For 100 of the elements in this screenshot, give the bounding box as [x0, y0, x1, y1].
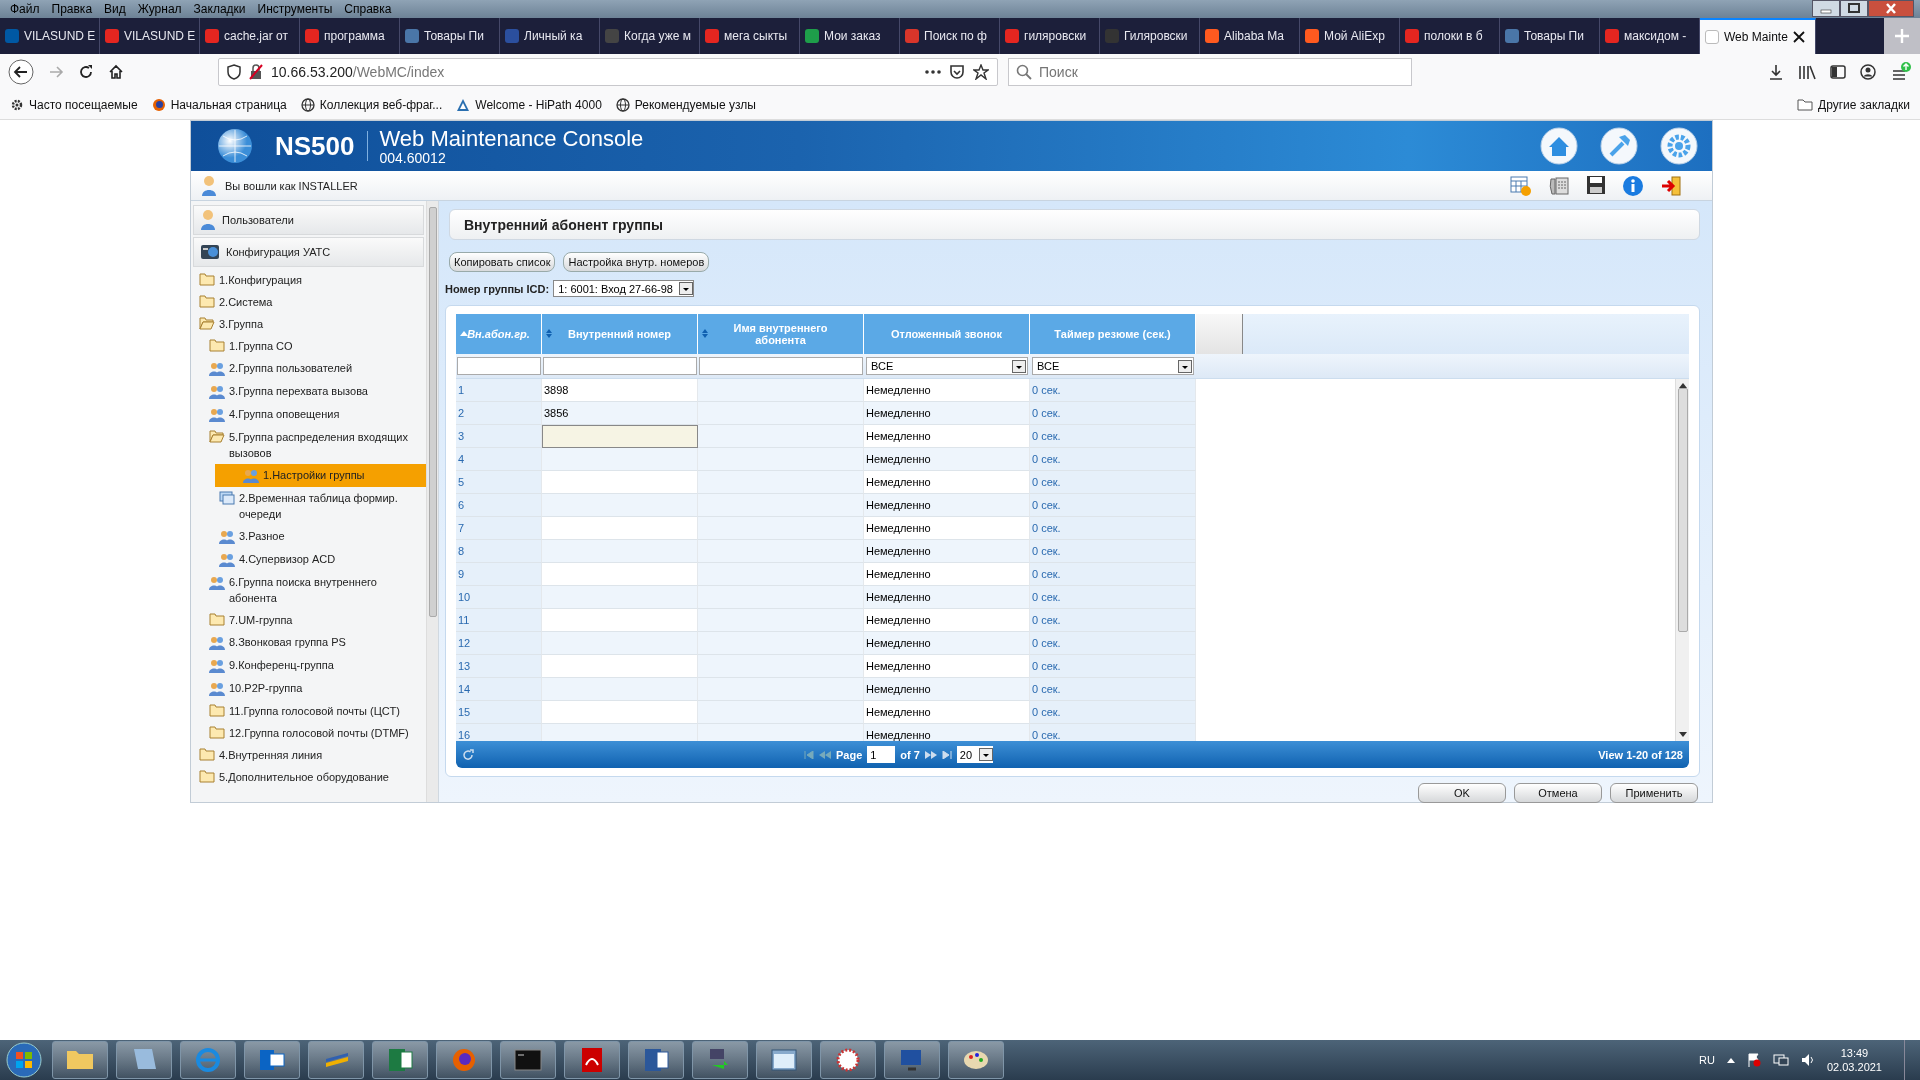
scrollbar[interactable]: [426, 201, 438, 802]
tray-arrow-icon[interactable]: [1726, 1057, 1735, 1063]
settings-icon[interactable]: [1660, 127, 1698, 165]
tree-item[interactable]: 10.P2P-группа: [191, 677, 426, 700]
column-header[interactable]: [1196, 314, 1243, 354]
folder-icon: [209, 613, 225, 626]
toolbar-button[interactable]: Копировать список: [449, 252, 556, 272]
tree-item[interactable]: 11.Группа голосовой почты (ЦСТ): [191, 700, 426, 722]
reload-icon[interactable]: [78, 64, 94, 80]
address-field[interactable]: 10.66.53.200/WebMC/index: [218, 58, 998, 86]
dropdown-icon[interactable]: [978, 748, 993, 761]
search-field[interactable]: Поиск: [1008, 58, 1412, 86]
back-icon[interactable]: [8, 59, 34, 85]
tree-item[interactable]: 6.Группа поиска внутреннего абонента: [191, 571, 426, 609]
start-button-icon[interactable]: [4, 1040, 44, 1080]
menu-icon[interactable]: [1890, 61, 1912, 83]
table-cell: Немедленно: [864, 678, 1030, 701]
tree-item[interactable]: 5.Группа распределения входящих вызовов: [191, 426, 426, 464]
close-icon[interactable]: [1868, 0, 1914, 17]
tree-item[interactable]: 3.Группа: [191, 313, 426, 335]
speaker-icon[interactable]: [1800, 1053, 1815, 1067]
refresh-icon[interactable]: [462, 748, 474, 761]
table-cell: Немедленно: [864, 402, 1030, 425]
account-icon[interactable]: [1860, 64, 1876, 80]
menu-item[interactable]: Закладки: [187, 2, 252, 16]
flag-icon[interactable]: [1746, 1053, 1761, 1067]
language-indicator[interactable]: RU: [1699, 1054, 1715, 1066]
page-size-select[interactable]: 20: [956, 746, 993, 763]
sidebar-section[interactable]: Конфигурация УАТС: [193, 237, 424, 267]
select-value: 1: 6001: Вход 27-66-98: [558, 282, 673, 295]
tree-item[interactable]: 2.Система: [191, 291, 426, 313]
browser-tab[interactable]: Web Mainte: [1700, 18, 1816, 54]
filter-field[interactable]: [457, 357, 541, 375]
star-icon[interactable]: [973, 64, 989, 80]
folder-icon: [199, 748, 215, 761]
tree-item[interactable]: 3.Группа перехвата вызова: [191, 380, 426, 403]
tree-item[interactable]: 4.Супервизор ACD: [191, 548, 426, 571]
filter-select[interactable]: ВСЕ: [866, 357, 1028, 375]
gear-icon: [10, 97, 24, 112]
library-icon[interactable]: [1798, 64, 1816, 80]
close-icon[interactable]: [1792, 31, 1805, 43]
network-icon[interactable]: [1772, 1053, 1789, 1067]
tree-item[interactable]: 5.Дополнительное оборудование: [191, 766, 426, 788]
tree-item[interactable]: 2.Временная таблица формир. очереди: [191, 487, 426, 525]
tree-item[interactable]: 3.Разное: [191, 525, 426, 548]
folder-icon: [209, 726, 225, 739]
scrollbar[interactable]: [1675, 379, 1689, 741]
hammer-icon[interactable]: [1600, 127, 1638, 165]
action-button[interactable]: Применить: [1610, 783, 1698, 803]
bookmark-folder[interactable]: Другие закладки: [1797, 97, 1910, 112]
tree-item[interactable]: 4.Внутренняя линия: [191, 744, 426, 766]
toolbar-button[interactable]: Настройка внутр. номеров: [563, 252, 710, 272]
calendar-icon[interactable]: [1510, 174, 1532, 197]
maximize-icon[interactable]: [1840, 0, 1868, 17]
menu-item[interactable]: Вид: [98, 2, 132, 16]
menu-item[interactable]: Справка: [338, 2, 398, 16]
table-cell: 7: [456, 517, 542, 540]
tree-item[interactable]: 7.UM-группа: [191, 609, 426, 631]
tree-item[interactable]: 8.Звонковая группа PS: [191, 631, 426, 654]
minimize-icon[interactable]: [1812, 0, 1840, 17]
browser-icon: [151, 97, 166, 112]
tree-item[interactable]: 12.Группа голосовой почты (DTMF): [191, 722, 426, 744]
icd-select[interactable]: 1: 6001: Вход 27-66-98: [553, 280, 694, 297]
pocket-icon[interactable]: [949, 64, 965, 80]
filter-field[interactable]: [699, 357, 863, 375]
tree-label: 2.Временная таблица формир. очереди: [239, 491, 399, 522]
tree-item[interactable]: 4.Группа оповещения: [191, 403, 426, 426]
save-icon[interactable]: [1586, 174, 1606, 195]
page-field[interactable]: 1: [867, 746, 896, 763]
more-icon[interactable]: [925, 70, 941, 74]
tree-label: 9.Конференц-группа: [229, 658, 334, 673]
table-cell: 2: [456, 402, 542, 425]
dropdown-icon[interactable]: [1178, 359, 1192, 373]
scroll-down-icon[interactable]: [1678, 732, 1687, 737]
exit-icon[interactable]: [1660, 174, 1684, 197]
menu-item[interactable]: Инструменты: [251, 2, 339, 16]
filter-select[interactable]: ВСЕ: [1032, 357, 1194, 375]
info-icon[interactable]: [1622, 174, 1644, 197]
menu-item[interactable]: Правка: [45, 2, 99, 16]
sidebar-icon[interactable]: [1830, 64, 1846, 80]
tree-item[interactable]: 1.Конфигурация: [191, 269, 426, 291]
sidebar-section[interactable]: Пользователи: [193, 205, 424, 235]
download-icon[interactable]: [1768, 64, 1784, 80]
tree-item[interactable]: 9.Конференц-группа: [191, 654, 426, 677]
menu-item[interactable]: Журнал: [131, 2, 188, 16]
action-button[interactable]: Отмена: [1514, 783, 1602, 803]
clock[interactable]: 13:49 02.03.2021: [1826, 1046, 1882, 1074]
phone-icon[interactable]: [1548, 174, 1570, 197]
tree-item[interactable]: 1.Группа CO: [191, 335, 426, 357]
home-icon[interactable]: [108, 64, 124, 80]
last-page-icon[interactable]: [941, 750, 952, 759]
menu-item[interactable]: Файл: [4, 2, 46, 16]
dropdown-icon[interactable]: [1012, 359, 1026, 373]
dropdown-icon[interactable]: [678, 282, 693, 295]
action-button[interactable]: OK: [1418, 783, 1506, 803]
filter-field[interactable]: [543, 357, 697, 375]
tree-item[interactable]: 2.Группа пользователей: [191, 357, 426, 380]
next-page-icon[interactable]: [924, 750, 937, 759]
input-field[interactable]: [542, 425, 698, 448]
tree-item[interactable]: 1.Настройки группы: [215, 464, 426, 487]
